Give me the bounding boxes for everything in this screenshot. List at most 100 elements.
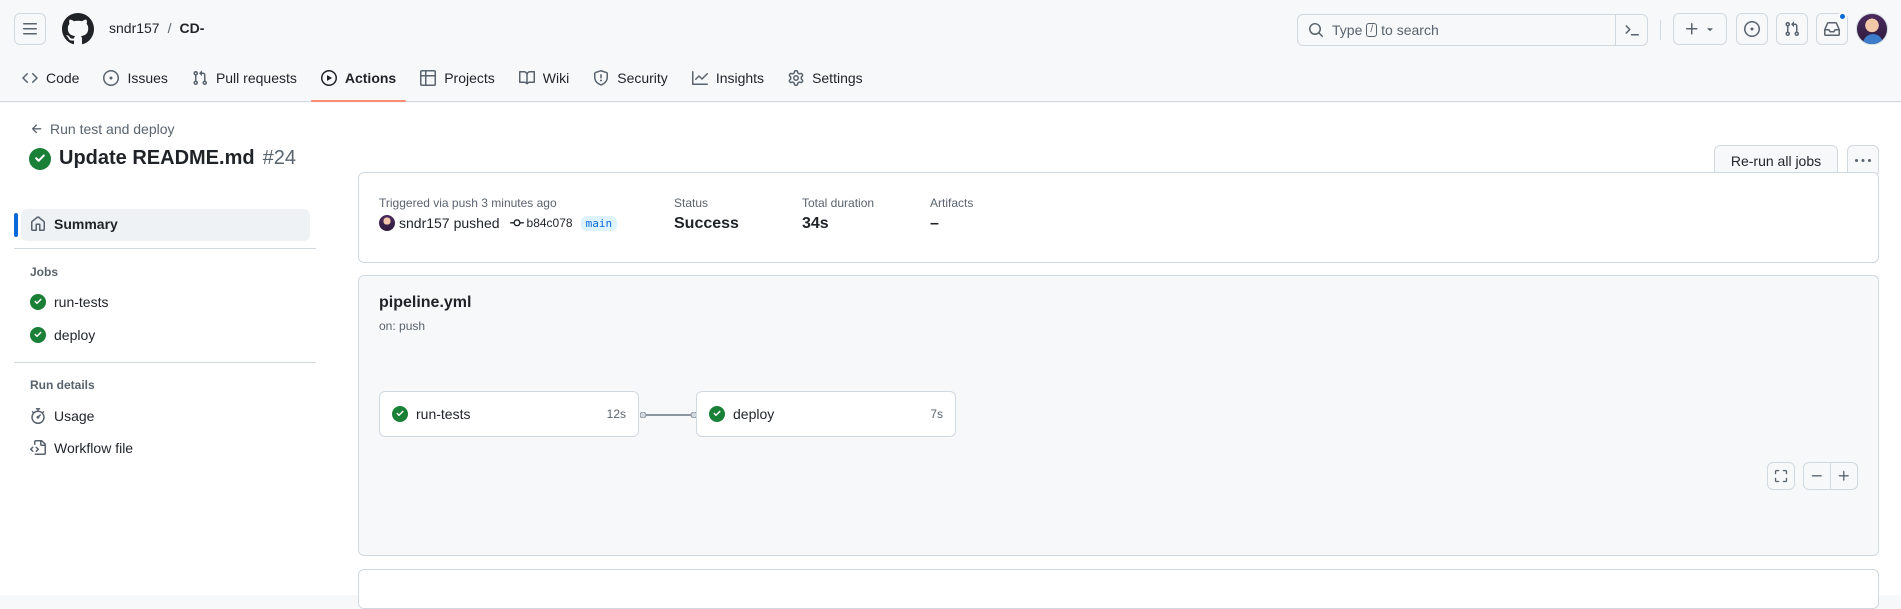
- git-pull-request-icon: [1785, 21, 1800, 37]
- tab-insights[interactable]: Insights: [684, 61, 772, 95]
- tab-label: Code: [46, 70, 80, 86]
- sidebar-item-usage[interactable]: Usage: [30, 408, 94, 424]
- tab-label: Wiki: [542, 70, 570, 86]
- sidebar-item-label: run-tests: [54, 294, 109, 310]
- repo-nav-tabs: Code Issues Pull requests Actions Projec…: [0, 61, 871, 102]
- job-connector: [640, 412, 697, 418]
- job-node-name: deploy: [733, 406, 775, 422]
- sidebar-item-label: Usage: [54, 408, 95, 424]
- sidebar-divider: [14, 248, 316, 249]
- tab-label: Actions: [344, 70, 397, 86]
- inbox-icon: [1824, 22, 1840, 36]
- hamburger-icon: [23, 23, 37, 35]
- tab-wiki[interactable]: Wiki: [511, 61, 577, 95]
- back-to-workflow-link[interactable]: Run test and deploy: [30, 121, 175, 137]
- stopwatch-icon: [31, 408, 45, 424]
- status-value: Success: [674, 215, 739, 232]
- triangle-down-icon: [1707, 28, 1713, 32]
- run-summary-card: Triggered via push 3 minutes ago sndr157…: [358, 172, 1879, 263]
- plus-icon: [1838, 470, 1849, 481]
- sidebar-item-label: Summary: [54, 216, 118, 232]
- search-shortcut-key: /: [1366, 23, 1378, 37]
- search-icon: [1309, 23, 1324, 38]
- sidebar-active-indicator: [14, 213, 18, 237]
- annotations-card: [358, 569, 1879, 609]
- tab-issues[interactable]: Issues: [95, 61, 175, 95]
- check-circle-fill-icon: [392, 406, 408, 422]
- back-link-label: Run test and deploy: [50, 121, 175, 137]
- tab-pull-requests[interactable]: Pull requests: [184, 61, 305, 95]
- tab-code[interactable]: Code: [14, 61, 87, 95]
- create-new-button[interactable]: [1673, 13, 1727, 45]
- sidebar-item-label: deploy: [54, 327, 96, 343]
- sidebar-item-summary[interactable]: Summary: [30, 216, 118, 232]
- actor-name[interactable]: sndr157: [399, 215, 450, 231]
- git-pull-request-icon: [193, 70, 207, 86]
- tab-settings[interactable]: Settings: [780, 61, 871, 95]
- issue-opened-icon: [1744, 21, 1760, 37]
- job-node-run-tests[interactable]: run-tests 12s: [379, 391, 639, 437]
- duration-label: Total duration: [802, 196, 875, 210]
- header-row: sndr157 / CD- Type / to search: [0, 0, 1901, 59]
- check-circle-fill-icon: [29, 147, 51, 170]
- sidebar-item-label: Workflow file: [54, 440, 134, 456]
- sidebar-item-job-deploy[interactable]: deploy: [30, 327, 95, 343]
- tab-actions[interactable]: Actions: [310, 61, 407, 102]
- job-node-duration: 7s: [930, 407, 943, 421]
- commit-sha-link[interactable]: b84c078: [509, 216, 573, 230]
- workflow-file-name: pipeline.yml: [379, 294, 472, 311]
- tab-label: Security: [617, 70, 668, 86]
- dash-icon: [1811, 475, 1822, 477]
- commit-sha: b84c078: [526, 216, 573, 230]
- check-circle-fill-icon: [30, 327, 46, 343]
- screen-full-icon: [1774, 469, 1788, 483]
- table-icon: [420, 70, 437, 86]
- trigger-action: pushed: [453, 215, 500, 231]
- header-divider: [1660, 20, 1661, 40]
- repo-name-link[interactable]: CD-: [179, 20, 204, 36]
- sidebar-jobs-heading: Jobs: [30, 265, 59, 279]
- tab-label: Insights: [715, 70, 765, 86]
- search-placeholder-suffix: to search: [1381, 22, 1439, 38]
- sidebar-item-workflow-file[interactable]: Workflow file: [30, 440, 133, 456]
- breadcrumb: sndr157 / CD-: [109, 20, 204, 36]
- search-input[interactable]: Type / to search: [1297, 14, 1648, 46]
- tab-label: Settings: [812, 70, 863, 86]
- actor-avatar[interactable]: [379, 215, 395, 231]
- duration-value: 34s: [802, 215, 829, 232]
- job-node-deploy[interactable]: deploy 7s: [696, 391, 956, 437]
- kebab-horizontal-icon: [1855, 159, 1871, 162]
- artifacts-value: –: [930, 215, 939, 232]
- tab-security[interactable]: Security: [585, 61, 676, 95]
- zoom-out-button[interactable]: [1803, 462, 1831, 490]
- run-number: #24: [262, 147, 296, 169]
- sidebar-item-job-run-tests[interactable]: run-tests: [30, 294, 108, 310]
- code-icon: [22, 72, 38, 84]
- unread-indicator: [1838, 12, 1847, 21]
- git-commit-icon: [509, 219, 524, 227]
- sidebar-divider: [14, 362, 316, 363]
- run-page: Run test and deploy Update README.md #24…: [0, 103, 1901, 609]
- issue-opened-icon: [103, 70, 120, 86]
- run-title-text: Update README.md: [59, 147, 255, 169]
- check-circle-fill-icon: [709, 406, 725, 422]
- page-title: Update README.md #24: [29, 147, 296, 170]
- check-circle-fill-icon: [30, 294, 46, 310]
- github-logo-icon[interactable]: [62, 13, 94, 45]
- zoom-in-button[interactable]: [1830, 462, 1858, 490]
- sidebar-run-details-heading: Run details: [30, 378, 95, 392]
- shield-icon: [594, 70, 609, 86]
- your-issues-button[interactable]: [1736, 13, 1768, 45]
- repo-owner-link[interactable]: sndr157: [109, 20, 160, 36]
- workflow-trigger: on: push: [379, 319, 426, 333]
- command-palette-button[interactable]: [1615, 15, 1647, 45]
- tab-projects[interactable]: Projects: [412, 61, 503, 95]
- branch-badge[interactable]: main: [580, 215, 618, 231]
- menu-button[interactable]: [14, 13, 46, 45]
- your-pull-requests-button[interactable]: [1776, 13, 1808, 45]
- fullscreen-button[interactable]: [1767, 462, 1795, 490]
- plus-icon: [1686, 23, 1698, 35]
- status-label: Status: [674, 196, 709, 210]
- tab-label: Projects: [444, 70, 495, 86]
- user-avatar[interactable]: [1856, 13, 1888, 45]
